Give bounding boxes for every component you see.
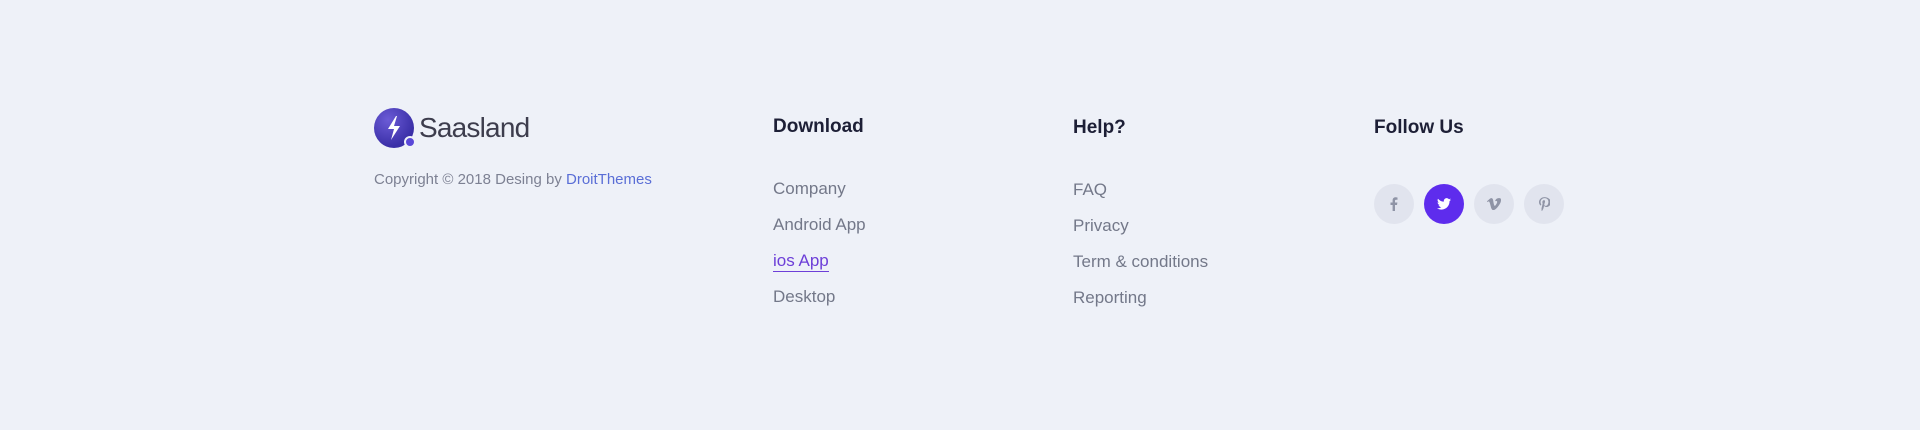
vimeo-icon[interactable]: [1474, 184, 1514, 224]
brand-name: Saasland: [419, 112, 530, 143]
social-icons: [1374, 184, 1574, 224]
download-heading: Download: [773, 116, 864, 137]
help-heading: Help?: [1073, 117, 1126, 138]
pinterest-icon[interactable]: [1524, 184, 1564, 224]
help-links: FAQ Privacy Term & conditions Reporting: [1073, 180, 1208, 324]
twitter-icon[interactable]: [1424, 184, 1464, 224]
help-link-privacy[interactable]: Privacy: [1073, 216, 1208, 252]
help-link-faq[interactable]: FAQ: [1073, 180, 1208, 216]
droitthemes-link[interactable]: DroitThemes: [566, 171, 652, 188]
help-link-terms[interactable]: Term & conditions: [1073, 252, 1208, 288]
download-link-android-app[interactable]: Android App: [773, 215, 866, 251]
download-link-company[interactable]: Company: [773, 179, 866, 215]
download-link-ios-app[interactable]: ios App: [773, 251, 866, 287]
download-links: Company Android App ios App Desktop: [773, 179, 866, 323]
facebook-icon[interactable]: [1374, 184, 1414, 224]
follow-heading: Follow Us: [1374, 117, 1464, 138]
copyright-label: Copyright © 2018 Desing by: [374, 171, 566, 188]
download-link-desktop[interactable]: Desktop: [773, 287, 866, 323]
brand-logo[interactable]: Saasland: [374, 108, 530, 148]
copyright-text: Copyright © 2018 Desing by DroitThemes: [374, 171, 652, 188]
lightning-logo-icon: [374, 108, 416, 148]
help-link-reporting[interactable]: Reporting: [1073, 288, 1208, 324]
